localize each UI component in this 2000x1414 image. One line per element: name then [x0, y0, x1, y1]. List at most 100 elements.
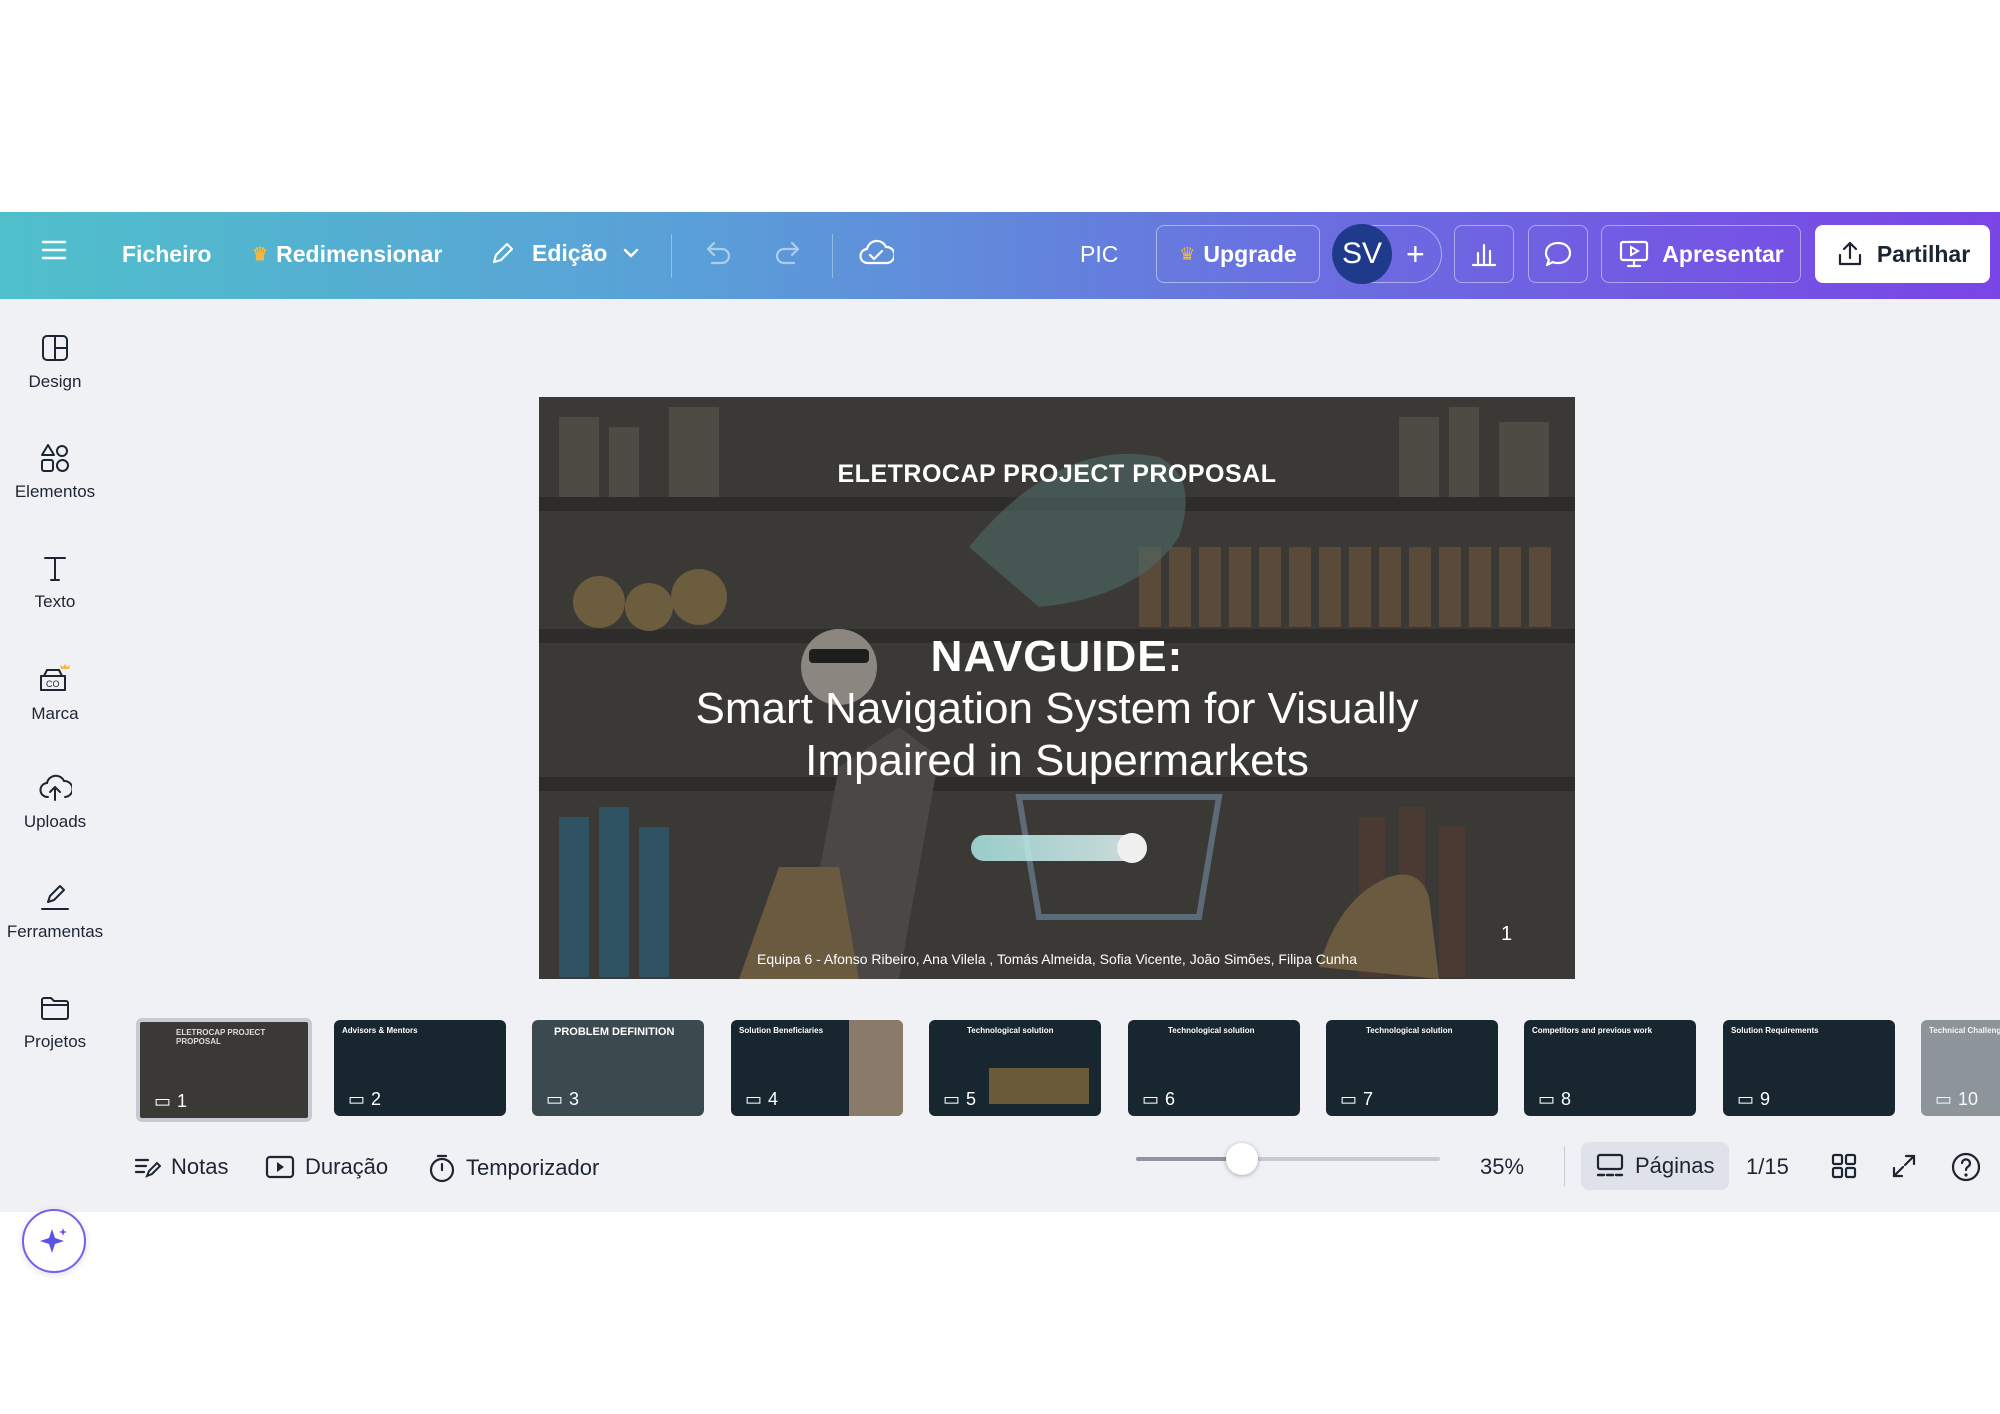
- slide-icon: ▭: [1737, 1089, 1755, 1109]
- thumbnail-title: Technological solution: [1366, 1026, 1453, 1035]
- pages-button[interactable]: Páginas: [1581, 1142, 1729, 1190]
- slide-page-number: 1: [1501, 923, 1513, 945]
- editor-app: Ficheiro ♛ Redimensionar Edição PIC ♛ Up…: [0, 212, 2000, 1273]
- page-thumbnail-2[interactable]: Advisors & Mentors ▭ 2: [334, 1020, 506, 1116]
- avatar[interactable]: SV: [1332, 224, 1392, 284]
- upgrade-button[interactable]: ♛ Upgrade: [1156, 225, 1320, 283]
- slide-icon: ▭: [348, 1089, 366, 1109]
- thumbnail-number: ▭ 8: [1538, 1089, 1571, 1110]
- slide-icon: ▭: [546, 1089, 564, 1109]
- fullscreen-icon[interactable]: [1890, 1152, 1918, 1180]
- pen-tool-icon: [41, 885, 69, 910]
- present-label: Apresentar: [1662, 240, 1784, 267]
- zoom-percentage[interactable]: 35%: [1480, 1154, 1524, 1180]
- slide-subtitle-line-1[interactable]: Smart Navigation System for Visually: [539, 684, 1575, 734]
- present-icon: [1620, 240, 1649, 268]
- zoom-percentage-label: 35%: [1480, 1154, 1525, 1179]
- thumbnail-number-label: 9: [1760, 1089, 1771, 1109]
- slide-icon: ▭: [1142, 1089, 1160, 1109]
- thumbnail-number-label: 6: [1165, 1089, 1176, 1109]
- sidebar-item-elements[interactable]: Elementos: [0, 442, 110, 502]
- sidebar-item-tools[interactable]: Ferramentas: [0, 882, 110, 942]
- add-collaborator-icon[interactable]: +: [1406, 238, 1425, 270]
- sidebar-item-label: Ferramentas: [6, 922, 104, 941]
- share-button[interactable]: Partilhar: [1815, 225, 1990, 283]
- page-thumbnail-10[interactable]: Technical Challenges ▭10: [1921, 1020, 2000, 1116]
- file-menu[interactable]: Ficheiro: [122, 241, 211, 268]
- duration-button[interactable]: Duração: [265, 1154, 388, 1180]
- thumbnail-number: ▭ 9: [1737, 1089, 1770, 1110]
- page-counter[interactable]: 1/15: [1746, 1154, 1789, 1180]
- hamburger-icon[interactable]: [40, 236, 68, 264]
- project-name-label: PIC: [1080, 241, 1119, 267]
- insights-button[interactable]: [1454, 225, 1514, 283]
- notes-label: Notas: [171, 1154, 229, 1179]
- thumbnail-title: Competitors and previous work: [1532, 1026, 1653, 1035]
- sidebar-item-label: Texto: [34, 592, 76, 611]
- cloud-saved-icon[interactable]: [858, 236, 894, 270]
- thumbnail-title: Solution Beneficiaries: [739, 1026, 824, 1035]
- sidebar-item-text[interactable]: Texto: [0, 552, 110, 612]
- thumbnail-title: Technical Challenges: [1929, 1026, 2000, 1035]
- page-thumbnail-3[interactable]: PROBLEM DEFINITION ▭ 3: [532, 1020, 704, 1116]
- present-button[interactable]: Apresentar: [1601, 225, 1801, 283]
- thumbnail-number-label: 2: [371, 1089, 382, 1109]
- sidebar-item-uploads[interactable]: Uploads: [0, 772, 110, 832]
- comments-button[interactable]: [1528, 225, 1588, 283]
- slide-icon: ▭: [154, 1091, 172, 1111]
- sidebar-item-design[interactable]: Design: [0, 332, 110, 392]
- magic-ai-button[interactable]: [22, 1209, 86, 1273]
- text-icon: [44, 557, 66, 581]
- resize-label: Redimensionar: [276, 241, 443, 267]
- project-name[interactable]: PIC: [1080, 241, 1118, 268]
- page-thumbnail-8[interactable]: Competitors and previous work ▭ 8: [1524, 1020, 1696, 1116]
- pencil-icon: [492, 242, 514, 264]
- thumbnail-title: PROBLEM DEFINITION: [554, 1026, 675, 1038]
- edit-mode-label: Edição: [532, 239, 608, 266]
- thumbnail-number-label: 4: [768, 1089, 779, 1109]
- upgrade-label: Upgrade: [1203, 240, 1297, 267]
- toolbar-divider: [832, 234, 833, 278]
- notes-button[interactable]: Notas: [133, 1154, 228, 1180]
- page-thumbnail-6[interactable]: Technological solution ▭ 6: [1128, 1020, 1300, 1116]
- resize-button[interactable]: ♛ Redimensionar: [252, 241, 442, 268]
- thumbnail-number: ▭ 7: [1340, 1089, 1373, 1110]
- sidebar-item-label: Marca: [31, 704, 79, 723]
- slide-title[interactable]: NAVGUIDE:: [539, 632, 1575, 682]
- slide-subtitle-line-2[interactable]: Impaired in Supermarkets: [539, 736, 1575, 786]
- page-thumbnail-9[interactable]: Solution Requirements ▭ 9: [1723, 1020, 1895, 1116]
- duration-label: Duração: [305, 1154, 389, 1179]
- edit-mode-button[interactable]: Edição: [488, 238, 641, 268]
- thumbnail-title: Technological solution: [967, 1026, 1054, 1035]
- zoom-slider-handle[interactable]: [1226, 1143, 1259, 1175]
- slide-icon: ▭: [745, 1089, 763, 1109]
- slide-canvas[interactable]: ELETROCAP PROJECT PROPOSAL NAVGUIDE: Sma…: [539, 397, 1575, 979]
- thumbnail-photo: [989, 1068, 1089, 1104]
- page-thumbnail-7[interactable]: Technological solution ▭ 7: [1326, 1020, 1498, 1116]
- page-thumbnail-5[interactable]: Technological solution ▭ 5: [929, 1020, 1101, 1116]
- bottom-toolbar: Notas Duração Temporizador 35% Páginas 1…: [0, 1124, 2000, 1212]
- redo-icon[interactable]: [772, 238, 806, 268]
- play-circle-icon: [1117, 833, 1147, 863]
- slide-kicker[interactable]: ELETROCAP PROJECT PROPOSAL: [539, 460, 1575, 489]
- zoom-slider[interactable]: [1136, 1141, 1440, 1177]
- thumbnail-photo: [849, 1020, 903, 1116]
- thumbnail-number: ▭ 6: [1142, 1089, 1175, 1110]
- page-thumbnail-strip: ELETROCAP PROJECT PROPOSAL ▭ 1 Advisors &…: [134, 1018, 2000, 1124]
- avatar-initials: SV: [1341, 237, 1383, 270]
- timer-label: Temporizador: [466, 1155, 600, 1180]
- notes-icon: [134, 1158, 161, 1178]
- page-thumbnail-4[interactable]: Solution Beneficiaries ▭ 4: [731, 1020, 903, 1116]
- timer-button[interactable]: Temporizador: [428, 1153, 599, 1183]
- sidebar-item-label: Design: [28, 372, 82, 391]
- page-thumbnail-1[interactable]: ELETROCAP PROJECT PROPOSAL ▭ 1: [136, 1018, 312, 1122]
- slide-icon: ▭: [943, 1089, 961, 1109]
- sidebar-item-brand[interactable]: CO Marca: [0, 662, 110, 724]
- grid-view-icon[interactable]: [1830, 1152, 1858, 1180]
- slide-authors[interactable]: Equipa 6 - Afonso Ribeiro, Ana Vilela , …: [539, 951, 1575, 967]
- help-icon[interactable]: [1950, 1151, 1982, 1183]
- thumbnail-number: ▭ 3: [546, 1089, 579, 1110]
- undo-icon[interactable]: [700, 238, 734, 268]
- page-counter-label: 1/15: [1746, 1154, 1789, 1179]
- sidebar-item-projects[interactable]: Projetos: [0, 992, 110, 1052]
